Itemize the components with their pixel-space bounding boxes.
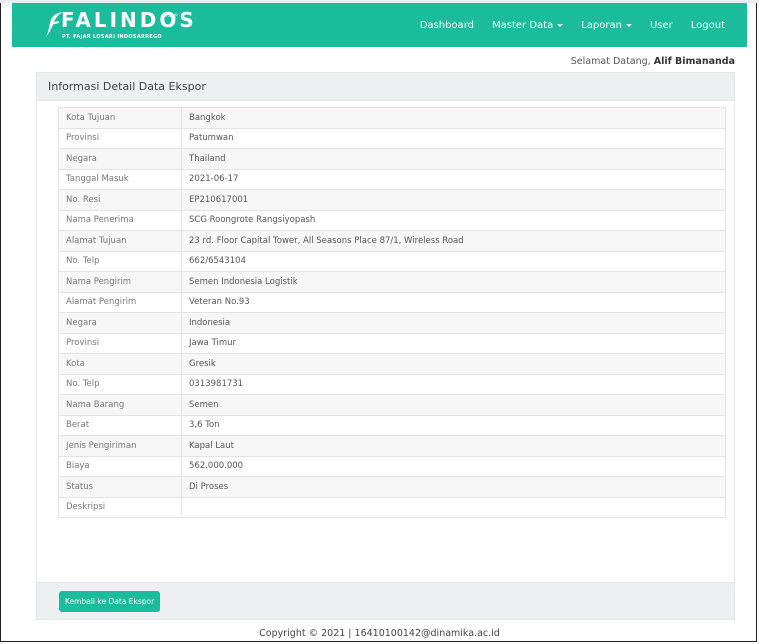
row-label: Biaya: [58, 455, 182, 477]
welcome-user: Alif Bimananda: [653, 56, 735, 67]
dropdown-caret-icon: [557, 23, 564, 27]
brand-logo[interactable]: FALINDOS GROUP PT. FAJAR LOSARI INDOSARR…: [45, 8, 205, 44]
row-label: Deskripsi: [58, 496, 182, 518]
row-label: No. Resi: [58, 189, 182, 211]
row-value: 3,6 Ton: [181, 414, 726, 436]
row-value: 0313981731: [181, 373, 726, 395]
row-value: Bangkok: [181, 107, 726, 129]
table-row: Nama Barang Semen: [58, 394, 726, 416]
row-label: Kota: [58, 353, 182, 375]
row-label: Kota Tujuan: [58, 107, 182, 129]
table-row: Provinsi Patumwan: [58, 127, 726, 149]
detail-table: Kota Tujuan Bangkok Provinsi Patumwan Negara…: [58, 107, 726, 518]
table-row: Kota Gresik: [58, 353, 726, 375]
nav-user[interactable]: User: [641, 3, 682, 47]
row-value: Semen: [181, 394, 726, 416]
table-row: Biaya 562.000.000: [58, 455, 726, 477]
row-value: 662/6543104: [181, 250, 726, 272]
table-row: Berat 3,6 Ton: [58, 414, 726, 436]
row-label: Nama Pengirim: [58, 271, 182, 293]
table-row: Negara Indonesia: [58, 312, 726, 334]
table-row: Deskripsi: [58, 496, 726, 518]
row-value: Veteran No.93: [181, 291, 726, 313]
row-label: Jenis Pengiriman: [58, 435, 182, 457]
nav-master-data-label: Master Data: [491, 19, 554, 31]
row-value: 23 rd. Floor Capital Tower, All Seasons …: [181, 230, 726, 252]
row-value: Di Proses: [181, 476, 726, 498]
table-row: Alamat Pengirim Veteran No.93: [58, 291, 726, 313]
brand-group: GROUP: [163, 13, 178, 18]
row-value: Kapal Laut: [181, 435, 726, 457]
detail-panel: Informasi Detail Data Ekspor Kota Tujuan…: [36, 72, 735, 620]
table-row: Provinsi Jawa Timur: [58, 332, 726, 354]
table-row: Nama Pengirim Semen Indonesia Logistik: [58, 271, 726, 293]
nav-dashboard[interactable]: Dashboard: [411, 3, 483, 47]
row-label: Alamat Tujuan: [58, 230, 182, 252]
dropdown-caret-icon: [625, 23, 632, 27]
row-label: Provinsi: [58, 332, 182, 354]
row-value: EP210617001: [181, 189, 726, 211]
nav-laporan-label: Laporan: [581, 19, 622, 31]
row-label: Nama Barang: [58, 394, 182, 416]
row-value: 2021-06-17: [181, 168, 726, 190]
panel-footer: Kembali ke Data Ekspor: [37, 582, 734, 619]
table-row: Kota Tujuan Bangkok: [58, 107, 726, 129]
welcome-prefix: Selamat Datang,: [570, 56, 651, 67]
table-row: Jenis Pengiriman Kapal Laut: [58, 435, 726, 457]
row-label: Alamat Pengirim: [58, 291, 182, 313]
row-value: Patumwan: [181, 127, 726, 149]
row-value: Indonesia: [181, 312, 726, 334]
copyright-text: Copyright © 2021 | 16410100142@dinamika.…: [259, 628, 500, 639]
row-label: Berat: [58, 414, 182, 436]
nav-user-label: User: [649, 19, 673, 31]
row-label: Provinsi: [58, 127, 182, 149]
row-label: Tanggal Masuk: [58, 168, 182, 190]
row-label: Nama Penerima: [58, 209, 182, 231]
brand-subtitle: PT. FAJAR LOSARI INDOSARREGO: [62, 34, 162, 40]
row-value: Gresik: [181, 353, 726, 375]
table-row: Status Di Proses: [58, 476, 726, 498]
row-label: No. Telp: [58, 250, 182, 272]
row-value: Semen Indonesia Logistik: [181, 271, 726, 293]
nav-laporan[interactable]: Laporan: [572, 3, 641, 47]
row-label: Negara: [58, 148, 182, 170]
nav-logout[interactable]: Logout: [682, 3, 747, 47]
nav-logout-label: Logout: [690, 19, 725, 31]
row-label: No. Telp: [58, 373, 182, 395]
table-row: No. Resi EP210617001: [58, 189, 726, 211]
row-label: Status: [58, 476, 182, 498]
nav-menu: Dashboard Master Data Laporan User Logou…: [411, 3, 747, 47]
table-row: Tanggal Masuk 2021-06-17: [58, 168, 726, 190]
row-label: Negara: [58, 312, 182, 334]
table-row: Nama Penerima SCG Roongrote Rangsiyopash: [58, 209, 726, 231]
panel-title: Informasi Detail Data Ekspor: [37, 73, 734, 101]
row-value: SCG Roongrote Rangsiyopash: [181, 209, 726, 231]
table-row: Negara Thailand: [58, 148, 726, 170]
nav-dashboard-label: Dashboard: [419, 19, 474, 31]
row-value: 562.000.000: [181, 455, 726, 477]
navbar: FALINDOS GROUP PT. FAJAR LOSARI INDOSARR…: [12, 3, 747, 47]
table-row: No. Telp 662/6543104: [58, 250, 726, 272]
table-row: No. Telp 0313981731: [58, 373, 726, 395]
nav-master-data[interactable]: Master Data: [483, 3, 572, 47]
welcome-message: Selamat Datang, Alif Bimananda: [571, 56, 735, 67]
table-row: Alamat Tujuan 23 rd. Floor Capital Tower,…: [58, 230, 726, 252]
row-value: Thailand: [181, 148, 726, 170]
row-value: Jawa Timur: [181, 332, 726, 354]
row-value: [181, 496, 726, 518]
back-to-export-button[interactable]: Kembali ke Data Ekspor: [59, 591, 161, 612]
brand-name: FALINDOS: [61, 8, 197, 32]
